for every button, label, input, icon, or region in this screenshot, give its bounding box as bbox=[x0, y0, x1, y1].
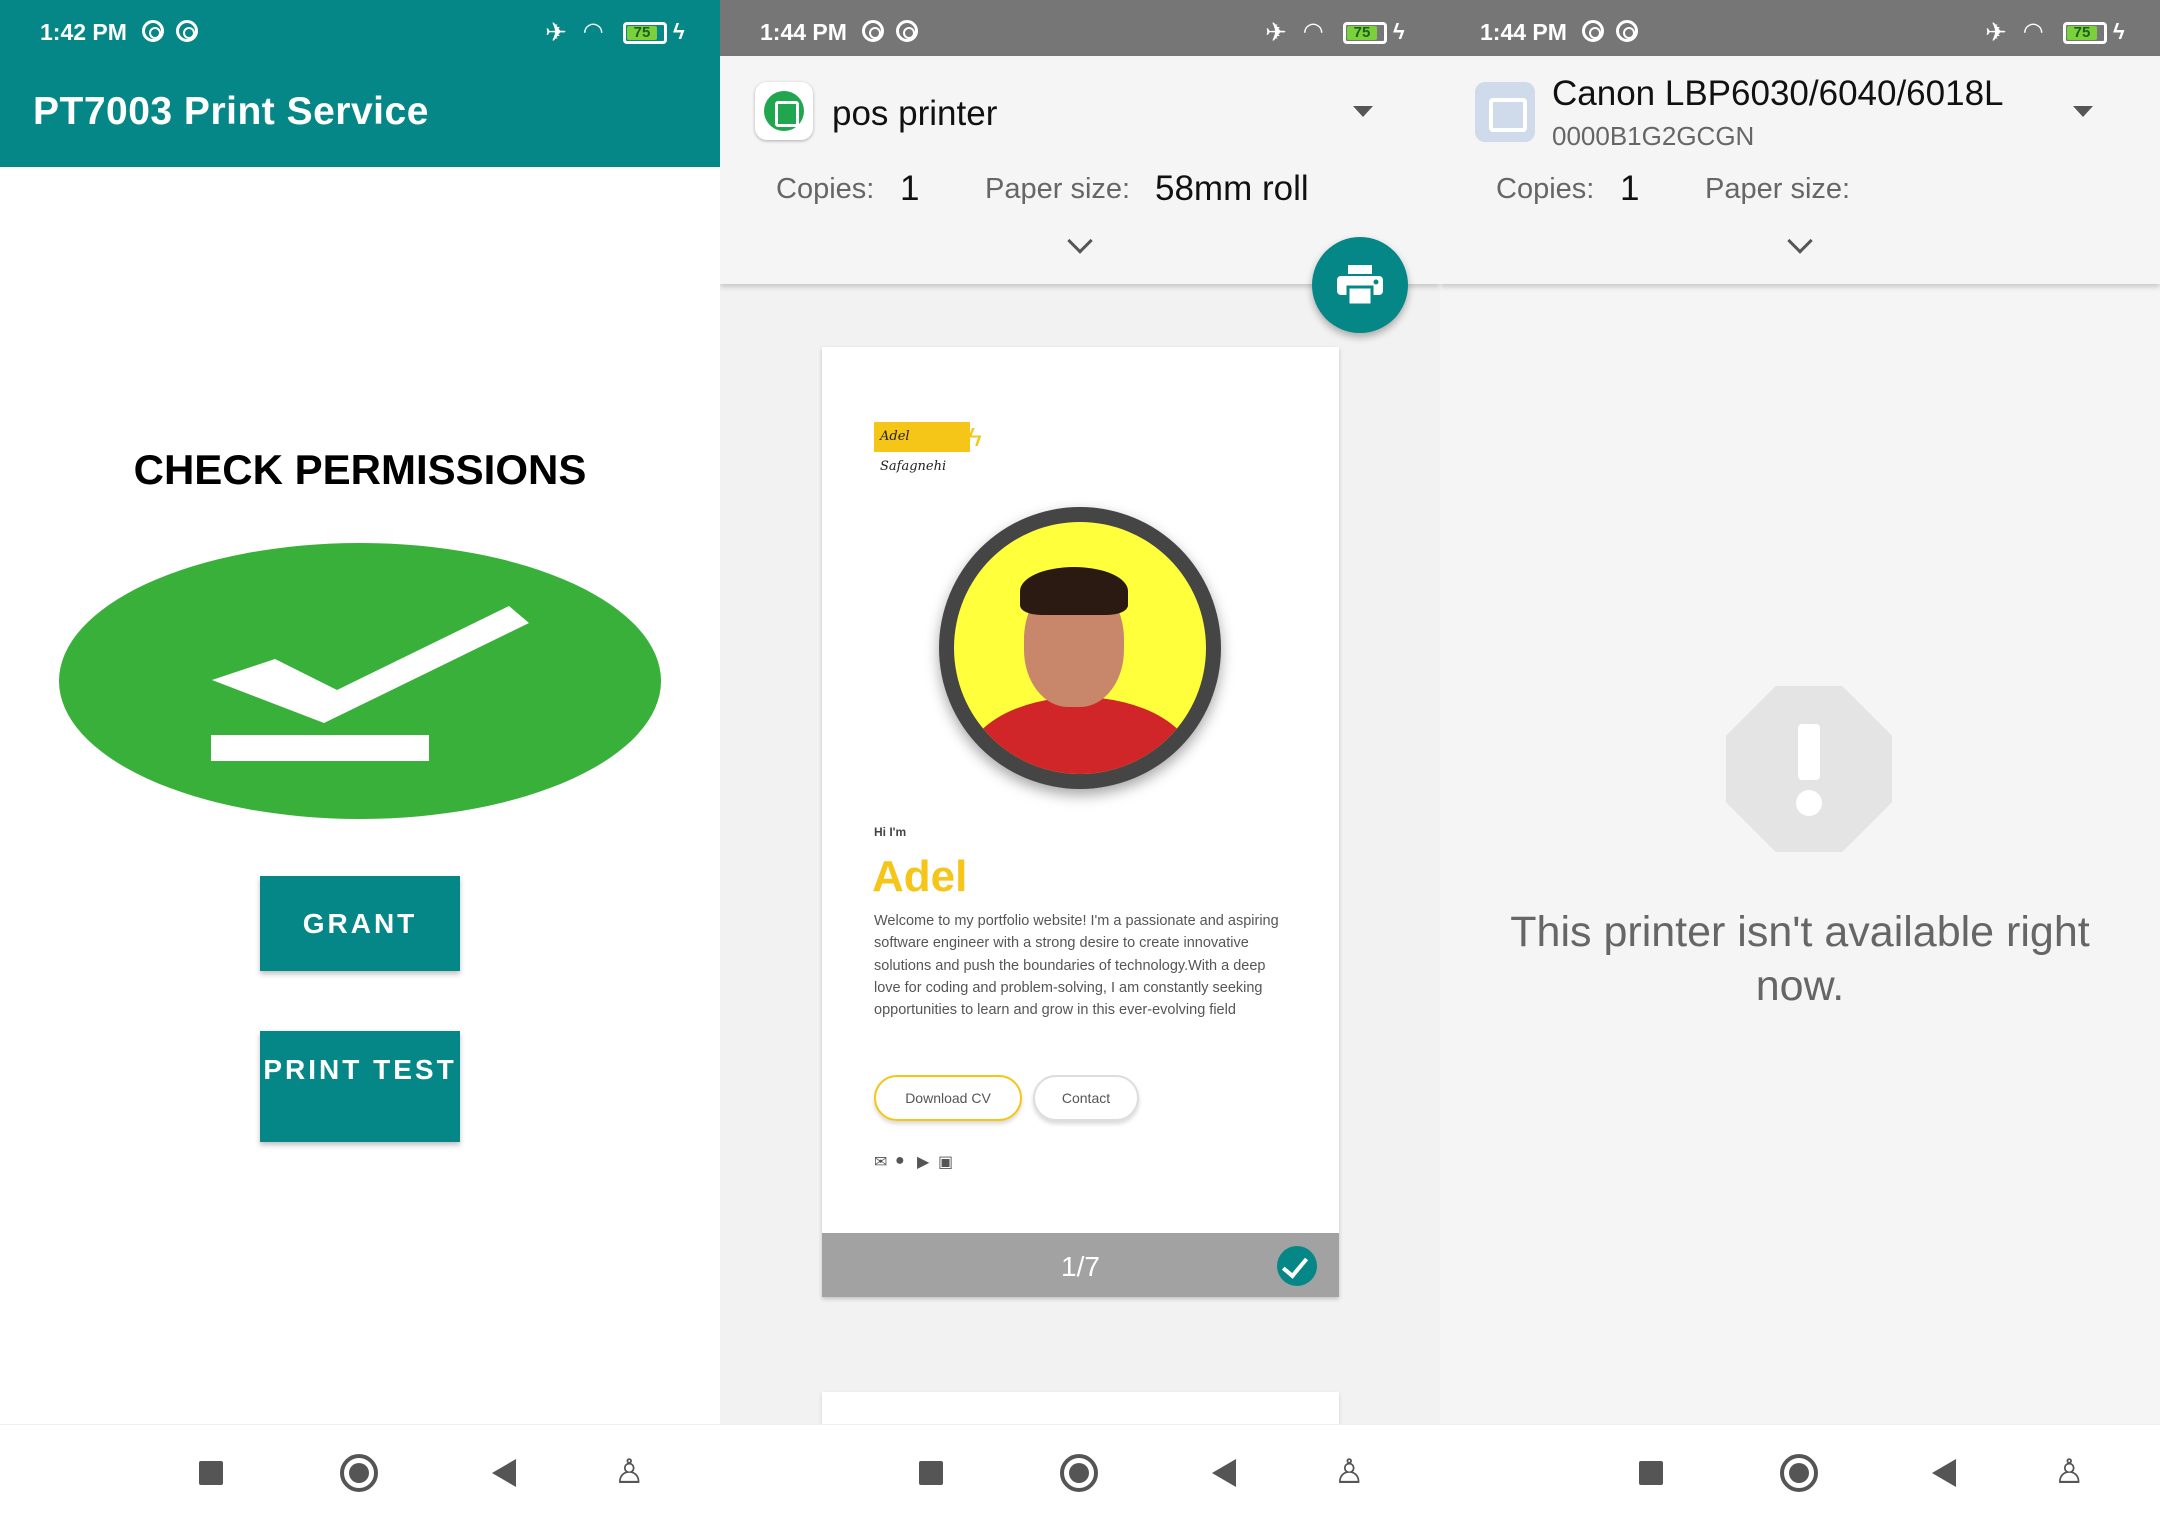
chevron-down-icon[interactable] bbox=[1787, 228, 1813, 254]
greeting-text: Hi I'm bbox=[874, 825, 907, 839]
wifi-icon: ◠ bbox=[1304, 18, 1323, 45]
paper-size-label: Paper size: bbox=[985, 173, 1131, 205]
copies-value[interactable]: 1 bbox=[1620, 169, 1639, 209]
paper-size-value[interactable]: 58mm roll bbox=[1155, 169, 1309, 209]
bolt-icon: ϟ bbox=[968, 422, 982, 452]
page-indicator: 1/7 bbox=[1061, 1251, 1100, 1282]
dropdown-icon[interactable] bbox=[1353, 106, 1373, 117]
charging-icon: ϟ bbox=[673, 19, 685, 44]
charging-icon: ϟ bbox=[1393, 19, 1405, 44]
printer-id: 0000B1G2GCGN bbox=[1552, 121, 1755, 151]
copies-value[interactable]: 1 bbox=[900, 169, 919, 209]
wifi-icon: ◠ bbox=[584, 18, 603, 45]
dnd-icon bbox=[862, 20, 884, 42]
airplane-icon: ✈ bbox=[1265, 17, 1287, 47]
grant-button[interactable]: GRANT bbox=[260, 876, 460, 971]
recents-icon[interactable] bbox=[199, 1461, 223, 1485]
print-preview-panel: 1:44 PM ✈ ◠ 75 ϟ pos printer Copies: 1 P… bbox=[720, 0, 1440, 1520]
charging-icon: ϟ bbox=[2113, 19, 2125, 44]
copies-label: Copies: bbox=[776, 173, 875, 205]
avatar bbox=[939, 507, 1221, 789]
app-bar: PT7003 Print Service bbox=[0, 56, 720, 167]
battery-icon: 75 bbox=[1343, 22, 1387, 44]
back-icon[interactable] bbox=[492, 1459, 516, 1487]
battery-icon: 75 bbox=[623, 22, 667, 44]
accessibility-icon[interactable]: ♙ bbox=[614, 1455, 644, 1489]
permission-granted-badge bbox=[59, 543, 661, 819]
recents-icon[interactable] bbox=[919, 1461, 943, 1485]
page-selected-check-icon[interactable] bbox=[1277, 1246, 1317, 1286]
status-bar: 1:44 PM ✈ ◠ 75 ϟ bbox=[1440, 0, 2160, 56]
page-preview[interactable]: Adel Safagnehi ϟ Hi I'm Adel Welcome to … bbox=[822, 347, 1339, 1297]
print-test-button[interactable]: PRINT TEST bbox=[260, 1031, 460, 1142]
back-icon[interactable] bbox=[1212, 1459, 1236, 1487]
back-icon[interactable] bbox=[1932, 1459, 1956, 1487]
navigation-bar: ♙ bbox=[0, 1424, 720, 1520]
print-button[interactable] bbox=[1312, 237, 1408, 333]
play-store-icon: ▶ bbox=[917, 1154, 930, 1171]
dnd-icon bbox=[1616, 20, 1638, 42]
linkedin-icon: ▣ bbox=[938, 1154, 954, 1171]
portfolio-logo: Adel Safagnehi bbox=[874, 422, 970, 474]
accessibility-icon[interactable]: ♙ bbox=[1334, 1455, 1364, 1489]
app-title: PT7003 Print Service bbox=[33, 90, 429, 133]
printer-unavailable-panel: 1:44 PM ✈ ◠ 75 ϟ Canon LBP6030/6040/6018… bbox=[1440, 0, 2160, 1520]
accessibility-icon[interactable]: ♙ bbox=[2054, 1455, 2084, 1489]
status-bar: 1:44 PM ✈ ◠ 75 ϟ bbox=[720, 0, 1440, 56]
contact-button: Contact bbox=[1033, 1075, 1139, 1121]
bio-paragraph: Welcome to my portfolio website! I'm a p… bbox=[874, 913, 1279, 1019]
printer-icon bbox=[1475, 82, 1535, 142]
dnd-icon bbox=[896, 20, 918, 42]
warning-octagon-icon bbox=[1726, 686, 1892, 852]
airplane-icon: ✈ bbox=[545, 17, 567, 47]
page-footer: 1/7 bbox=[822, 1233, 1339, 1297]
dnd-icon bbox=[142, 20, 164, 42]
paper-size-label: Paper size: bbox=[1705, 173, 1851, 205]
printer-selector[interactable]: pos printer bbox=[832, 94, 997, 134]
navigation-bar: ♙ bbox=[720, 1424, 1440, 1520]
home-icon[interactable] bbox=[1060, 1454, 1098, 1492]
dropdown-icon[interactable] bbox=[2073, 106, 2093, 117]
printer-selector[interactable]: Canon LBP6030/6040/6018L bbox=[1552, 74, 2004, 114]
home-icon[interactable] bbox=[340, 1454, 378, 1492]
permissions-heading: CHECK PERMISSIONS bbox=[133, 446, 587, 493]
printer-icon bbox=[1337, 265, 1383, 305]
status-time: 1:42 PM bbox=[40, 19, 127, 45]
hero-name: Adel bbox=[872, 852, 968, 901]
download-cv-button: Download CV bbox=[874, 1075, 1022, 1121]
printer-unavailable-message: This printer isn't available right now. bbox=[1510, 908, 2090, 1010]
checkmark-icon bbox=[211, 606, 529, 761]
dnd-icon bbox=[176, 20, 198, 42]
airplane-icon: ✈ bbox=[1985, 17, 2007, 47]
status-time: 1:44 PM bbox=[760, 19, 847, 45]
dnd-icon bbox=[1582, 20, 1604, 42]
github-icon: ● bbox=[895, 1152, 905, 1169]
printer-icon bbox=[755, 82, 813, 140]
battery-icon: 75 bbox=[2063, 22, 2107, 44]
navigation-bar: ♙ bbox=[1440, 1424, 2160, 1520]
wifi-icon: ◠ bbox=[2024, 18, 2043, 45]
status-time: 1:44 PM bbox=[1480, 19, 1567, 45]
recents-icon[interactable] bbox=[1639, 1461, 1663, 1485]
print-service-app-panel: 1:42 PM ✈ ◠ 75 ϟ PT7003 Print Service CH… bbox=[0, 0, 720, 1520]
chevron-down-icon[interactable] bbox=[1067, 228, 1093, 254]
home-icon[interactable] bbox=[1780, 1454, 1818, 1492]
mail-icon: ✉ bbox=[874, 1154, 888, 1171]
print-options-header: Canon LBP6030/6040/6018L 0000B1G2GCGN Co… bbox=[1440, 56, 2160, 284]
status-bar: 1:42 PM ✈ ◠ 75 ϟ bbox=[0, 0, 720, 56]
copies-label: Copies: bbox=[1496, 173, 1595, 205]
